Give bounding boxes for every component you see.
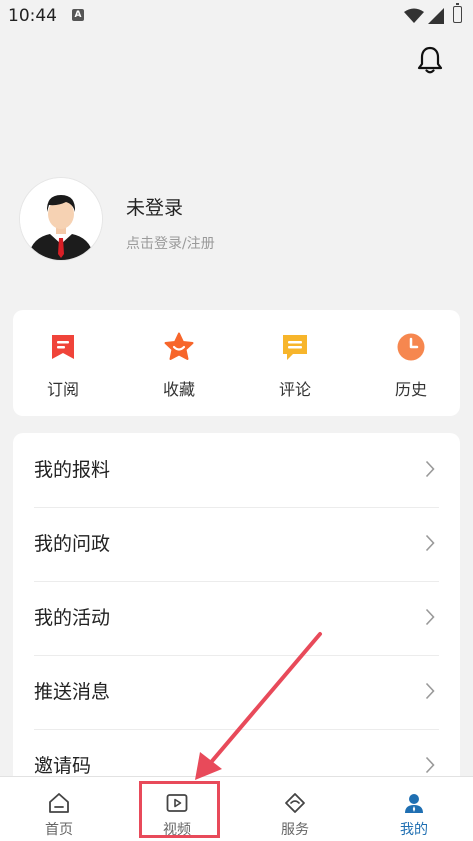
menu-item-label: 邀请码 (34, 755, 92, 777)
clock-icon (397, 333, 425, 361)
profile-card[interactable]: 未登录 点击登录/注册 (20, 178, 440, 262)
menu-item-label: 我的活动 (34, 607, 111, 629)
menu-item-my-activities[interactable]: 我的活动 (34, 581, 439, 656)
quick-action-history[interactable]: 历史 (369, 310, 453, 416)
menu-item-label: 我的报料 (34, 459, 111, 481)
menu-item-label: 我的问政 (34, 533, 111, 555)
quick-action-label: 收藏 (162, 380, 195, 399)
status-time: 10:44 (8, 6, 57, 26)
tab-label: 我的 (400, 822, 428, 838)
quick-action-label: 订阅 (46, 380, 79, 399)
avatar-man-suit-icon (20, 178, 102, 260)
quick-action-subscribe[interactable]: 订阅 (21, 310, 105, 416)
menu-item-my-reports[interactable]: 我的报料 (34, 433, 439, 508)
video-icon (166, 794, 188, 812)
notification-badge: A (72, 9, 84, 21)
menu-item-push-messages[interactable]: 推送消息 (34, 655, 439, 730)
menu-item-label: 推送消息 (34, 681, 111, 703)
menu-item-my-inquiries[interactable]: 我的问政 (34, 507, 439, 582)
menu-list: 我的报料 我的问政 我的活动 推送消息 邀请码 (13, 433, 460, 793)
subscribe-icon (52, 335, 74, 359)
login-title[interactable]: 未登录 (126, 193, 183, 220)
quick-action-label: 历史 (394, 380, 427, 399)
chevron-right-icon (425, 534, 435, 552)
quick-action-favorites[interactable]: 收藏 (137, 310, 221, 416)
star-icon (164, 332, 194, 360)
tab-label: 视频 (163, 822, 191, 838)
chevron-right-icon (425, 460, 435, 478)
tab-service[interactable]: 服务 (236, 777, 354, 841)
wifi-icon (404, 8, 424, 23)
comment-icon (283, 335, 307, 360)
tab-mine[interactable]: 我的 (355, 777, 473, 841)
home-icon (49, 793, 69, 813)
login-subtitle[interactable]: 点击登录/注册 (126, 233, 215, 253)
tab-video[interactable]: 视频 (118, 777, 236, 841)
chevron-right-icon (425, 608, 435, 626)
quick-action-comments[interactable]: 评论 (253, 310, 337, 416)
avatar[interactable] (20, 178, 102, 260)
bottom-tab-bar: 首页 视频 服务 我的 (0, 776, 473, 841)
status-bar: 10:44 A (0, 0, 473, 32)
tab-label: 服务 (281, 822, 309, 838)
chevron-right-icon (425, 682, 435, 700)
quick-actions-card: 订阅 收藏 评论 历史 (13, 310, 460, 416)
tab-home[interactable]: 首页 (0, 777, 118, 841)
tab-label: 首页 (45, 822, 73, 838)
bell-icon[interactable] (416, 45, 444, 75)
signal-icon (428, 8, 444, 24)
service-icon (285, 793, 305, 813)
profile-icon (405, 794, 423, 813)
battery-icon (453, 3, 462, 23)
chevron-right-icon (425, 756, 435, 774)
quick-action-label: 评论 (278, 380, 311, 399)
